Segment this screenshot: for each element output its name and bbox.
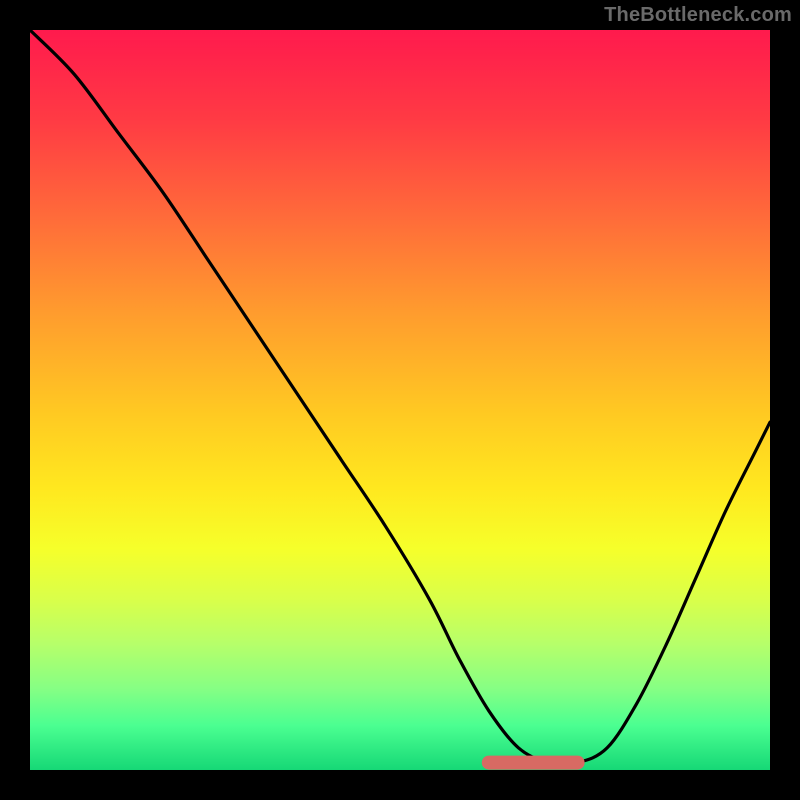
bottleneck-curve-path (30, 30, 770, 764)
curve-svg (30, 30, 770, 770)
chart-frame: TheBottleneck.com (0, 0, 800, 800)
plot-area (30, 30, 770, 770)
watermark-text: TheBottleneck.com (604, 4, 792, 27)
